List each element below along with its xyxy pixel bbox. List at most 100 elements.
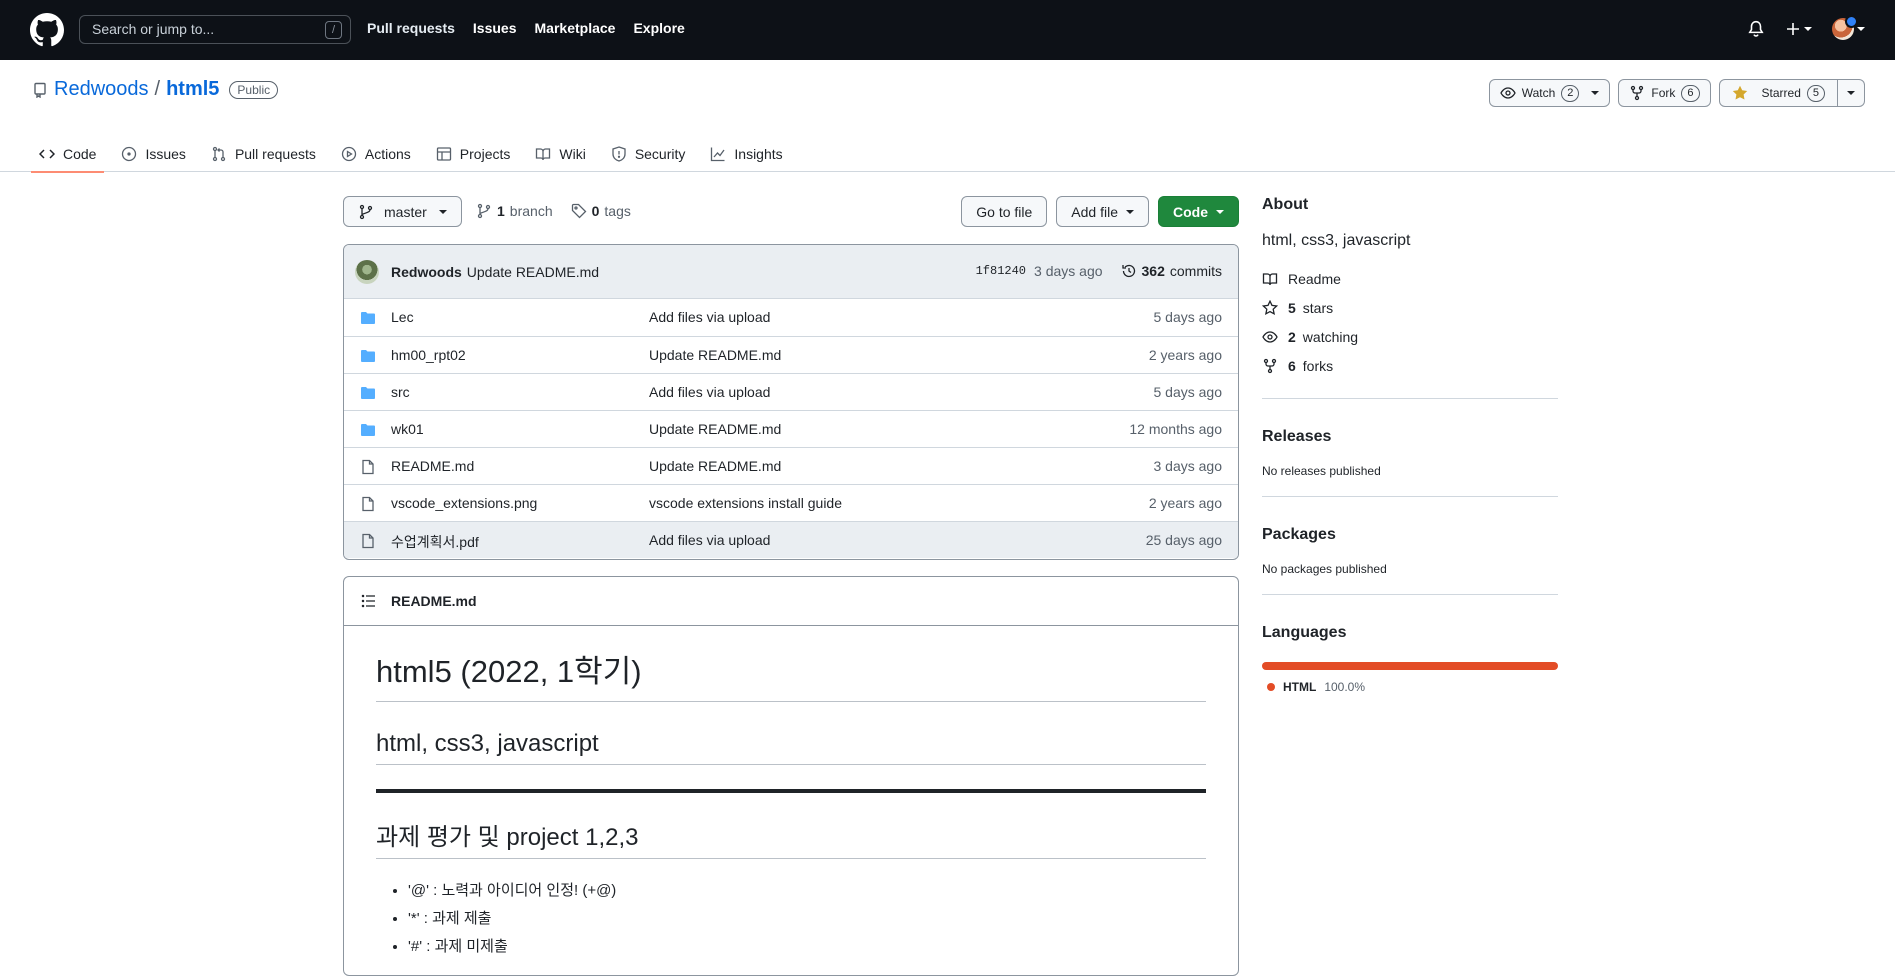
branch-select-button[interactable]: master	[343, 196, 462, 227]
forks-link[interactable]: 6 forks	[1262, 351, 1558, 380]
file-commit-message[interactable]: Add files via upload	[649, 384, 770, 400]
tag-count: 0	[591, 203, 600, 219]
tab-wiki[interactable]: Wiki	[527, 136, 593, 172]
tab-code[interactable]: Code	[31, 136, 105, 173]
file-name-link[interactable]: README.md	[391, 458, 474, 474]
search-placeholder: Search or jump to...	[92, 21, 215, 37]
nav-marketplace[interactable]: Marketplace	[535, 20, 616, 36]
tab-insights-label: Insights	[734, 146, 783, 162]
watch-label: Watch	[1521, 86, 1556, 100]
releases-heading[interactable]: Releases	[1262, 428, 1558, 446]
starred-button[interactable]: Starred 5	[1718, 79, 1838, 107]
file-list: Redwoods Update README.md 1f81240 3 days…	[343, 244, 1239, 560]
file-row[interactable]: README.md Update README.md 3 days ago	[344, 447, 1238, 484]
readme-filename[interactable]: README.md	[391, 593, 477, 609]
commit-history-link[interactable]: 362 commits	[1121, 263, 1222, 279]
visibility-badge: Public	[229, 80, 279, 99]
file-commit-message[interactable]: vscode extensions install guide	[649, 495, 842, 511]
file-commit-message[interactable]: Update README.md	[649, 421, 781, 437]
commit-sha[interactable]: 1f81240	[976, 264, 1026, 278]
forks-label: forks	[1302, 357, 1334, 374]
graph-icon	[711, 147, 725, 162]
releases-section: Releases No releases published	[1262, 398, 1558, 478]
language-item[interactable]: HTML 100.0%	[1262, 680, 1558, 694]
file-commit-message[interactable]: Update README.md	[649, 347, 781, 363]
code-button[interactable]: Code	[1158, 196, 1239, 227]
commit-author[interactable]: Redwoods	[391, 264, 462, 280]
list-unordered-icon[interactable]	[361, 593, 377, 609]
tab-pull-requests[interactable]: Pull requests	[203, 136, 324, 172]
file-rows: Lec Add files via upload 5 days ago hm00_rp…	[344, 299, 1238, 558]
file-row[interactable]: wk01 Update README.md 12 months ago	[344, 410, 1238, 447]
stars-link[interactable]: 5 stars	[1262, 293, 1558, 322]
file-row[interactable]: Lec Add files via upload 5 days ago	[344, 299, 1238, 336]
star-lists-dropdown[interactable]	[1838, 79, 1865, 107]
file-row[interactable]: hm00_rpt02 Update README.md 2 years ago	[344, 336, 1238, 373]
file-row[interactable]: 수업계획서.pdf Add files via upload 25 days ago	[344, 521, 1238, 558]
file-type-icon	[360, 348, 376, 364]
search-shortcut-key: /	[325, 21, 342, 39]
file-commit-message[interactable]: Add files via upload	[649, 309, 770, 325]
github-logo-icon[interactable]	[30, 13, 64, 47]
add-file-label: Add file	[1071, 203, 1118, 220]
watch-button[interactable]: Watch 2	[1488, 79, 1611, 107]
file-name-link[interactable]: vscode_extensions.png	[391, 495, 537, 511]
go-to-file-button[interactable]: Go to file	[961, 196, 1048, 227]
packages-empty-text: No packages published	[1262, 562, 1387, 576]
file-commit-message[interactable]: Add files via upload	[649, 532, 770, 548]
watching-link[interactable]: 2 watching	[1262, 322, 1558, 351]
file-type-icon	[360, 385, 376, 401]
file-name-link[interactable]: 수업계획서.pdf	[391, 532, 479, 552]
chevron-down-icon	[1591, 91, 1600, 95]
file-navigation: master 1 branch 0 tags Go to file Add fi…	[343, 196, 1239, 227]
tab-projects[interactable]: Projects	[428, 136, 519, 172]
about-links: Readme 5 stars 2 watching 6 forks	[1262, 264, 1558, 380]
repo-actions: Watch 2 Fork 6 Starred 5	[1488, 79, 1865, 107]
file-name-link[interactable]: wk01	[391, 421, 424, 437]
readme-link[interactable]: Readme	[1262, 264, 1558, 293]
global-search-input[interactable]: Search or jump to... /	[79, 15, 351, 44]
nav-pull-requests[interactable]: Pull requests	[367, 20, 455, 36]
nav-issues[interactable]: Issues	[473, 20, 517, 36]
create-new-dropdown[interactable]	[1785, 21, 1812, 37]
file-commit-age: 5 days ago	[1153, 384, 1223, 400]
avatar[interactable]	[355, 259, 379, 284]
commit-age: 3 days ago	[1034, 263, 1103, 279]
file-name-link[interactable]: hm00_rpt02	[391, 347, 466, 363]
add-file-button[interactable]: Add file	[1056, 196, 1149, 227]
fork-button[interactable]: Fork 6	[1618, 79, 1711, 107]
folder-icon	[361, 387, 375, 399]
branch-name: master	[384, 203, 427, 220]
repo-tabs: Code Issues Pull requests Actions Projec…	[31, 136, 800, 173]
packages-heading[interactable]: Packages	[1262, 526, 1558, 544]
repo-owner-link[interactable]: Redwoods	[54, 78, 149, 101]
releases-empty-text: No releases published	[1262, 464, 1381, 478]
avatar	[1832, 15, 1858, 40]
tab-actions[interactable]: Actions	[333, 136, 419, 172]
repo-name-link[interactable]: html5	[166, 78, 219, 101]
file-name-link[interactable]: src	[391, 384, 410, 400]
file-commit-message[interactable]: Update README.md	[649, 458, 781, 474]
notification-bell-icon[interactable]	[1747, 20, 1765, 38]
chevron-down-icon	[1857, 27, 1865, 31]
file-type-icon	[360, 422, 376, 438]
user-menu[interactable]	[1832, 15, 1865, 40]
tab-actions-label: Actions	[364, 146, 411, 162]
tab-issues-label: Issues	[145, 146, 186, 162]
file-commit-age: 25 days ago	[1145, 532, 1222, 548]
global-nav: Pull requests Issues Marketplace Explore	[367, 20, 685, 36]
file-row[interactable]: vscode_extensions.png vscode extensions i…	[344, 484, 1238, 521]
star-filled-icon	[1732, 85, 1747, 100]
nav-explore[interactable]: Explore	[633, 20, 684, 36]
commit-message[interactable]: Update README.md	[467, 264, 599, 280]
file-row[interactable]: src Add files via upload 5 days ago	[344, 373, 1238, 410]
tag-label: tags	[604, 203, 631, 219]
branches-link[interactable]: 1 branch	[476, 203, 553, 219]
tab-security[interactable]: Security	[603, 136, 694, 172]
pull-request-icon	[212, 146, 226, 162]
tab-issues[interactable]: Issues	[113, 136, 193, 172]
readme-title: html5 (2022, 1학기)	[376, 646, 1206, 702]
tags-link[interactable]: 0 tags	[571, 203, 631, 219]
tab-insights[interactable]: Insights	[702, 136, 790, 172]
file-name-link[interactable]: Lec	[391, 309, 414, 325]
